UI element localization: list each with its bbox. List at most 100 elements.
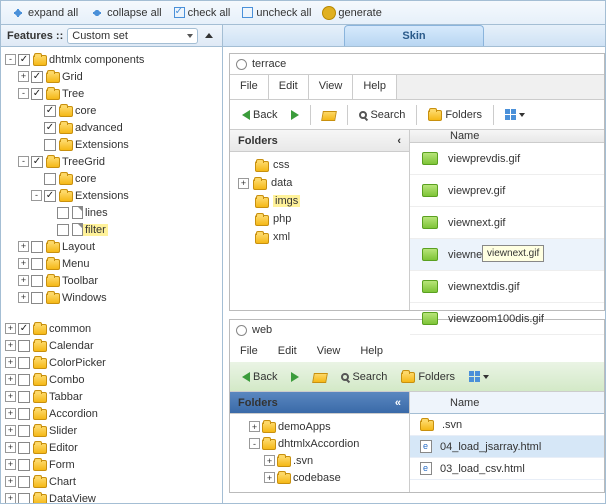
tree-checkbox[interactable] [18, 493, 30, 504]
tree-node[interactable]: + Grid [1, 68, 222, 85]
name-column-header[interactable]: Name [450, 397, 479, 409]
folders-button[interactable]: Folders [422, 104, 488, 125]
tree-toggle[interactable]: + [5, 408, 16, 419]
generate-button[interactable]: generate [319, 5, 385, 21]
tree-checkbox[interactable] [31, 241, 43, 253]
tree-toggle[interactable]: + [5, 442, 16, 453]
tree-toggle[interactable]: + [5, 391, 16, 402]
tree-toggle[interactable]: - [18, 88, 29, 99]
tree-checkbox[interactable] [18, 442, 30, 454]
tree-node[interactable]: + Combo [1, 371, 222, 388]
menu-edit[interactable]: Edit [268, 340, 307, 362]
search-button[interactable]: Search [353, 105, 411, 125]
tree-checkbox[interactable] [18, 459, 30, 471]
menu-file[interactable]: File [230, 75, 269, 99]
tree-toggle[interactable]: + [5, 357, 16, 368]
tree-checkbox[interactable] [31, 258, 43, 270]
tree-checkbox[interactable] [18, 408, 30, 420]
folders-button[interactable]: Folders [395, 366, 461, 387]
tree-node[interactable]: core [1, 102, 222, 119]
tree-node[interactable]: + ColorPicker [1, 354, 222, 371]
tree-toggle[interactable]: + [5, 374, 16, 385]
tree-node[interactable]: + Toolbar [1, 272, 222, 289]
menu-help[interactable]: Help [350, 340, 393, 362]
tree-node[interactable]: + demoApps [230, 418, 409, 435]
file-row[interactable]: .svn [410, 414, 604, 436]
tree-toggle[interactable]: + [18, 258, 29, 269]
tree-checkbox[interactable] [31, 88, 43, 100]
tree-node[interactable]: + DataView [1, 490, 222, 503]
tree-node[interactable]: + Accordion [1, 405, 222, 422]
tree-checkbox[interactable] [31, 292, 43, 304]
tree-node[interactable]: - Extensions [1, 187, 222, 204]
up-folder-button[interactable] [316, 104, 342, 125]
tree-toggle[interactable]: - [249, 438, 260, 449]
tree-node[interactable]: - dhtmlxAccordion [230, 435, 409, 452]
tree-node[interactable]: - TreeGrid [1, 153, 222, 170]
folder-row[interactable]: imgs [230, 192, 409, 210]
tree-checkbox[interactable] [18, 374, 30, 386]
tree-toggle[interactable]: + [264, 455, 275, 466]
collapse-all-button[interactable]: collapse all [86, 4, 165, 22]
tree-node[interactable]: Extensions [1, 136, 222, 153]
menu-file[interactable]: File [230, 340, 268, 362]
tree-toggle[interactable]: + [18, 275, 29, 286]
tree-toggle[interactable]: - [31, 190, 42, 201]
tree-toggle[interactable]: + [18, 292, 29, 303]
tree-node[interactable]: lines [1, 204, 222, 221]
tree-toggle[interactable]: + [5, 493, 16, 503]
view-mode-button[interactable] [463, 367, 495, 386]
tree-toggle[interactable]: + [18, 241, 29, 252]
tree-node[interactable]: + Tabbar [1, 388, 222, 405]
tree-node[interactable]: + Menu [1, 255, 222, 272]
tree-toggle[interactable]: - [5, 54, 16, 65]
tree-toggle[interactable]: + [5, 323, 16, 334]
tree-checkbox[interactable] [57, 207, 69, 219]
tree-node[interactable]: + Slider [1, 422, 222, 439]
file-row[interactable]: viewprevdis.gif [410, 143, 604, 175]
folder-row[interactable]: php [230, 210, 409, 228]
collapse-panel-icon[interactable] [202, 29, 216, 43]
tree-node[interactable]: core [1, 170, 222, 187]
tree-toggle[interactable]: + [18, 71, 29, 82]
menu-view[interactable]: View [307, 340, 351, 362]
tree-checkbox[interactable] [18, 54, 30, 66]
tree-node[interactable]: - Tree [1, 85, 222, 102]
tree-checkbox[interactable] [18, 476, 30, 488]
tree-checkbox[interactable] [44, 122, 56, 134]
tree-node[interactable]: + Chart [1, 473, 222, 490]
tree-checkbox[interactable] [31, 156, 43, 168]
file-row[interactable]: viewnextb.gifviewnext.gif [410, 239, 604, 271]
tree-toggle[interactable]: + [5, 476, 16, 487]
tree-toggle[interactable]: + [264, 472, 275, 483]
name-column-header[interactable]: Name [450, 130, 479, 142]
tree-node[interactable]: + Layout [1, 238, 222, 255]
forward-button[interactable] [285, 368, 305, 386]
file-row[interactable]: viewnextdis.gif [410, 271, 604, 303]
tree-node[interactable]: + Windows [1, 289, 222, 306]
check-all-button[interactable]: check all [170, 5, 235, 21]
menu-help[interactable]: Help [353, 75, 397, 99]
tree-node[interactable]: filter [1, 221, 222, 238]
file-row[interactable]: 03_load_csv.html [410, 458, 604, 480]
skin-tab[interactable]: Skin [344, 25, 484, 46]
folder-row[interactable]: +data [230, 174, 409, 192]
folder-row[interactable]: xml [230, 228, 409, 246]
tree-checkbox[interactable] [44, 105, 56, 117]
tree-node[interactable]: + Form [1, 456, 222, 473]
tree-checkbox[interactable] [18, 323, 30, 335]
folder-row[interactable]: css [230, 156, 409, 174]
radio-web[interactable] [236, 325, 247, 336]
tree-node[interactable]: + codebase [230, 469, 409, 486]
tree-toggle[interactable]: + [249, 421, 260, 432]
tree-checkbox[interactable] [18, 391, 30, 403]
tree-checkbox[interactable] [44, 190, 56, 202]
tree-node[interactable]: + Editor [1, 439, 222, 456]
tree-toggle[interactable]: + [5, 459, 16, 470]
menu-edit[interactable]: Edit [269, 75, 309, 99]
features-tree[interactable]: - dhtmlx components+ Grid- Tree core adv… [1, 47, 222, 503]
file-row[interactable]: 04_load_jsarray.html [410, 436, 604, 458]
collapse-folders-icon[interactable]: « [395, 397, 401, 409]
tree-node[interactable]: + Calendar [1, 337, 222, 354]
tree-checkbox[interactable] [18, 340, 30, 352]
